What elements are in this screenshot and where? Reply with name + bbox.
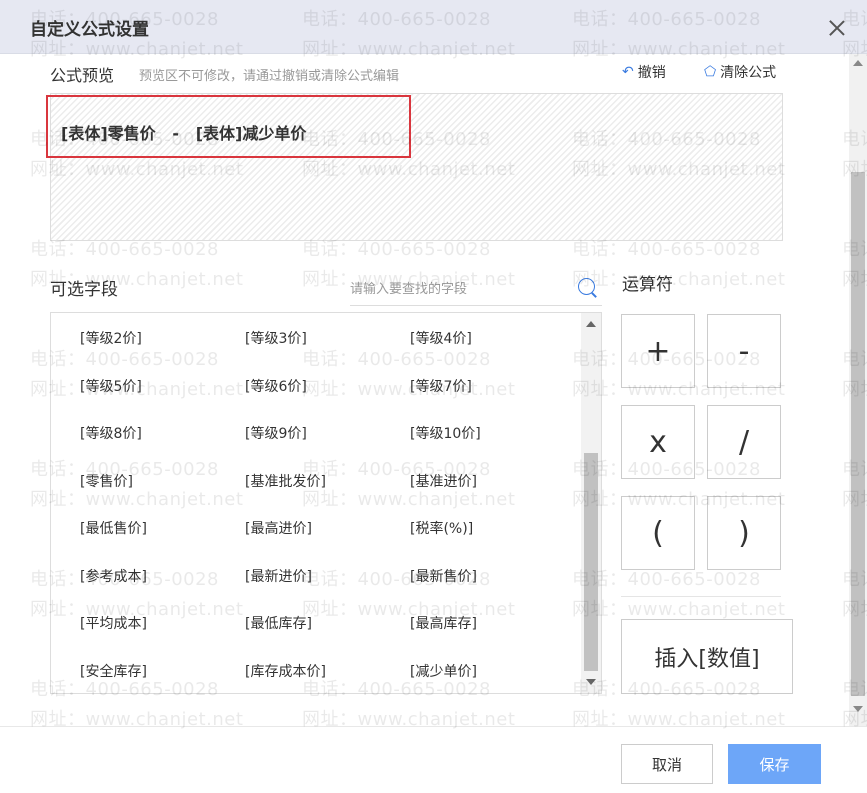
field-item[interactable]: [等级9价]: [245, 423, 307, 443]
field-item[interactable]: [安全库存]: [80, 661, 147, 681]
field-item[interactable]: [减少单价]: [410, 661, 477, 681]
formula-dialog: 自定义公式设置 公式预览 预览区不可修改，请通过撤销或清除公式编辑 ↶ 撤销 ⬠…: [0, 0, 867, 793]
field-item[interactable]: [税率(%)]: [410, 518, 473, 538]
field-item[interactable]: [零售价]: [80, 471, 133, 491]
clear-formula-button[interactable]: ⬠ 清除公式: [704, 62, 776, 82]
insert-value-button[interactable]: 插入[数值]: [621, 619, 793, 694]
field-item[interactable]: [最低库存]: [245, 613, 312, 633]
field-item[interactable]: [平均成本]: [80, 613, 147, 633]
operators-label: 运算符: [622, 275, 673, 295]
fields-label: 可选字段: [50, 280, 118, 300]
operator-divide-button[interactable]: /: [707, 405, 781, 479]
field-item[interactable]: [最高库存]: [410, 613, 477, 633]
field-item[interactable]: [等级5价]: [80, 376, 142, 396]
close-icon[interactable]: [827, 18, 847, 38]
save-button[interactable]: 保存: [728, 744, 821, 784]
preview-hint: 预览区不可修改，请通过撤销或清除公式编辑: [139, 69, 400, 84]
field-item[interactable]: [最低售价]: [80, 518, 147, 538]
formula-text: [表体]零售价 - [表体]减少单价: [61, 124, 307, 143]
field-item[interactable]: [参考成本]: [80, 566, 147, 586]
field-item[interactable]: [等级6价]: [245, 376, 307, 396]
operators-divider: [621, 596, 781, 597]
field-item[interactable]: [库存成本价]: [245, 661, 326, 681]
field-item[interactable]: [等级4价]: [410, 328, 472, 348]
operator-close-paren-button[interactable]: ): [707, 496, 781, 570]
scroll-up-icon[interactable]: [586, 321, 596, 327]
scroll-thumb[interactable]: [584, 453, 598, 671]
clear-formula-label: 清除公式: [720, 65, 777, 81]
dialog-scroll-down-icon[interactable]: [853, 706, 863, 712]
field-item[interactable]: [最新售价]: [410, 566, 477, 586]
dialog-scrollbar[interactable]: [849, 54, 867, 726]
operator-open-paren-button[interactable]: (: [621, 496, 695, 570]
field-item[interactable]: [等级7价]: [410, 376, 472, 396]
search-icon[interactable]: [578, 278, 595, 295]
operator-plus-button[interactable]: +: [621, 314, 695, 388]
undo-icon: ↶: [622, 64, 634, 80]
field-item[interactable]: [基准进价]: [410, 471, 477, 491]
field-list: [50, 312, 602, 694]
dialog-header: 自定义公式设置: [0, 0, 867, 54]
scroll-down-icon[interactable]: [586, 679, 596, 685]
operator-multiply-button[interactable]: x: [621, 405, 695, 479]
field-item[interactable]: [最高进价]: [245, 518, 312, 538]
field-search: [350, 272, 602, 306]
field-item[interactable]: [等级8价]: [80, 423, 142, 443]
dialog-title: 自定义公式设置: [30, 20, 149, 40]
preview-label: 公式预览: [50, 66, 115, 85]
dialog-scroll-thumb[interactable]: [851, 172, 865, 696]
field-item[interactable]: [基准批发价]: [245, 471, 326, 491]
field-list-scrollbar[interactable]: [581, 313, 601, 693]
field-item[interactable]: [等级2价]: [80, 328, 142, 348]
eraser-icon: ⬠: [704, 64, 717, 80]
footer-divider: [0, 726, 867, 727]
undo-label: 撤销: [637, 65, 666, 81]
dialog-scroll-up-icon[interactable]: [853, 60, 863, 66]
field-search-input[interactable]: [350, 276, 570, 302]
field-item[interactable]: [等级3价]: [245, 328, 307, 348]
operator-minus-button[interactable]: -: [707, 314, 781, 388]
undo-button[interactable]: ↶ 撤销: [622, 62, 666, 82]
field-item[interactable]: [等级10价]: [410, 423, 481, 443]
cancel-button[interactable]: 取消: [621, 744, 713, 784]
field-item[interactable]: [最新进价]: [245, 566, 312, 586]
